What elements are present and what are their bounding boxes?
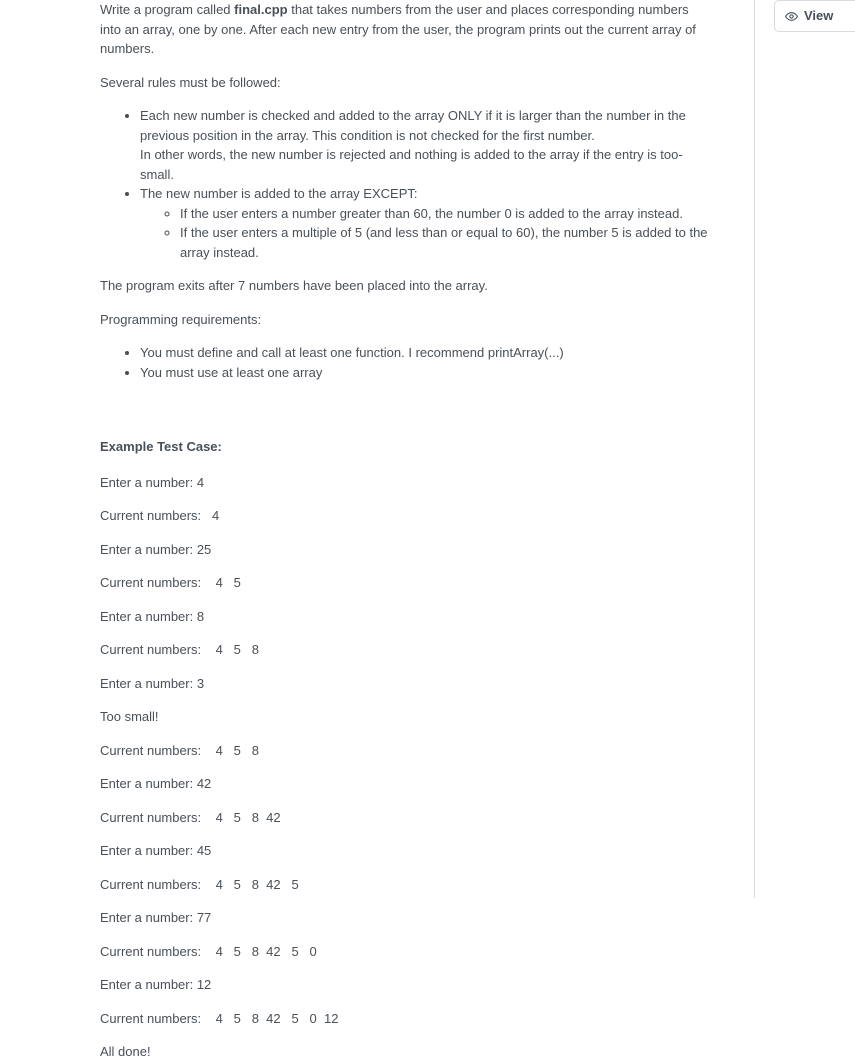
test-line: Too small! bbox=[100, 707, 709, 727]
rule1-text-a: Each new number is checked and added to … bbox=[140, 108, 686, 143]
sub-item-a: If the user enters a number greater than… bbox=[180, 204, 709, 224]
test-line: Enter a number: 77 bbox=[100, 908, 709, 928]
problem-content: Write a program called final.cpp that ta… bbox=[0, 0, 755, 898]
view-button[interactable]: View bbox=[774, 0, 855, 32]
rules-intro: Several rules must be followed: bbox=[100, 73, 709, 93]
eye-icon bbox=[785, 10, 798, 23]
prog-req-heading: Programming requirements: bbox=[100, 310, 709, 330]
rules-list: Each new number is checked and added to … bbox=[100, 106, 709, 262]
test-line: Current numbers: 4 5 8 42 5 0 12 bbox=[100, 1009, 709, 1029]
rule-item-2: The new number is added to the array EXC… bbox=[140, 184, 709, 262]
test-output: Enter a number: 4 Current numbers: 4 Enter… bbox=[100, 473, 709, 1062]
rule1-text-b: In other words, the new number is reject… bbox=[140, 147, 683, 182]
test-line: All done! bbox=[100, 1042, 709, 1062]
intro-paragraph: Write a program called final.cpp that ta… bbox=[100, 0, 709, 59]
example-title: Example Test Case: bbox=[100, 437, 709, 457]
req-item-1: You must define and call at least one fu… bbox=[140, 343, 709, 363]
test-line: Current numbers: 4 5 8 bbox=[100, 741, 709, 761]
requirements-list: You must define and call at least one fu… bbox=[100, 343, 709, 382]
right-sidebar: View bbox=[755, 0, 855, 898]
test-line: Current numbers: 4 5 bbox=[100, 573, 709, 593]
test-line: Enter a number: 12 bbox=[100, 975, 709, 995]
test-line: Current numbers: 4 bbox=[100, 506, 709, 526]
test-line: Enter a number: 4 bbox=[100, 473, 709, 493]
test-line: Current numbers: 4 5 8 42 bbox=[100, 808, 709, 828]
test-line: Enter a number: 25 bbox=[100, 540, 709, 560]
rule2-text: The new number is added to the array EXC… bbox=[140, 186, 417, 201]
intro-pre: Write a program called bbox=[100, 2, 234, 17]
test-line: Enter a number: 3 bbox=[100, 674, 709, 694]
test-line: Enter a number: 8 bbox=[100, 607, 709, 627]
exit-paragraph: The program exits after 7 numbers have b… bbox=[100, 276, 709, 296]
view-label: View bbox=[804, 6, 833, 26]
test-line: Enter a number: 42 bbox=[100, 774, 709, 794]
test-line: Current numbers: 4 5 8 42 5 0 bbox=[100, 942, 709, 962]
req-item-2: You must use at least one array bbox=[140, 363, 709, 383]
sub-item-b: If the user enters a multiple of 5 (and … bbox=[180, 223, 709, 262]
test-line: Enter a number: 45 bbox=[100, 841, 709, 861]
rule-item-1: Each new number is checked and added to … bbox=[140, 106, 709, 184]
filename-bold: final.cpp bbox=[234, 2, 287, 17]
rule2-sublist: If the user enters a number greater than… bbox=[140, 204, 709, 263]
test-line: Current numbers: 4 5 8 42 5 bbox=[100, 875, 709, 895]
test-line: Current numbers: 4 5 8 bbox=[100, 640, 709, 660]
